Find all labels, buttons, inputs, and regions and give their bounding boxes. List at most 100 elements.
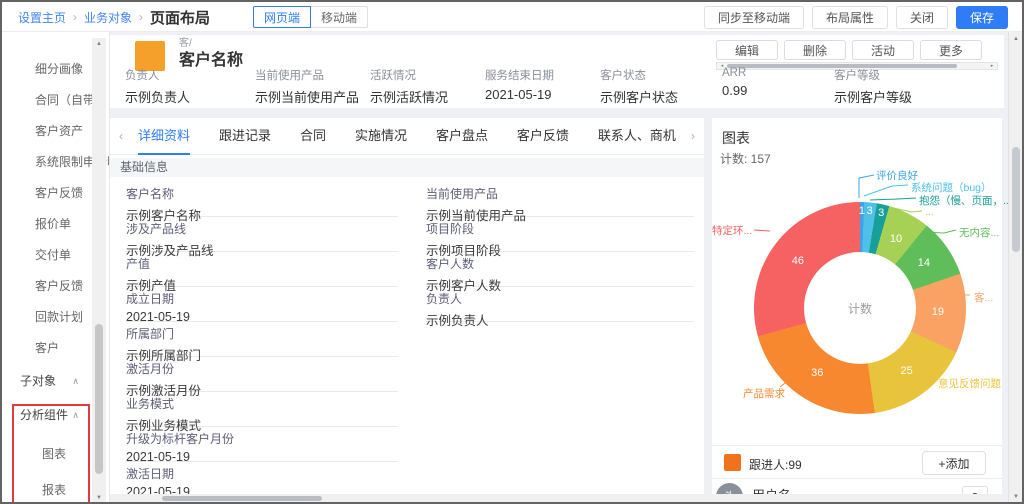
leader-line	[859, 175, 874, 198]
form-field[interactable]: 所属部门示例所属部门	[126, 322, 398, 357]
header-field-value: 0.99	[722, 83, 747, 98]
leader-line	[864, 185, 908, 196]
header-extra-field: 客户等级示例客户等级	[834, 67, 912, 106]
header-field: 负责人示例负责人	[125, 67, 190, 106]
header-field-label: 负责人	[125, 67, 190, 83]
form-field-label: 所属部门	[126, 325, 398, 342]
header-field: 客户状态示例客户状态	[600, 67, 678, 106]
topbar-actions: 同步至移动端布局属性关闭保存	[704, 6, 1008, 29]
detail-card: ‹ 详细资料跟进记录合同实施情况客户盘点客户反馈联系人、商机 › 基础信息 客户…	[110, 118, 704, 496]
device-toggle: 网页端移动端	[253, 6, 368, 28]
app-window: 设置主页 › 业务对象 › 页面布局 网页端移动端 同步至移动端布局属性关闭保存 细分画…	[0, 0, 1024, 504]
scroll-up-icon[interactable]: ▲	[92, 41, 106, 47]
donut-chart[interactable]: 计数 133101419253646	[754, 202, 966, 414]
form-field-label: 激活月份	[126, 360, 398, 377]
header-field: 活跃情况示例活跃情况	[370, 67, 448, 106]
form-field-label: 激活日期	[126, 465, 398, 482]
donut-segment-label: ...	[925, 206, 934, 218]
collapse-icon[interactable]: ∧	[72, 364, 79, 398]
header-field-value: 2021-05-19	[485, 87, 554, 102]
device-tab-active[interactable]: 网页端	[253, 6, 311, 28]
form-field[interactable]: 涉及产品线示例涉及产品线	[126, 217, 398, 252]
topbar-button[interactable]: 关闭	[896, 6, 948, 29]
breadcrumb-separator: ›	[73, 10, 77, 24]
header-field-label: 活跃情况	[370, 67, 448, 83]
form-field[interactable]: 成立日期2021-05-19	[126, 287, 398, 322]
donut-value-label: 1	[859, 205, 865, 217]
tab-active[interactable]: 详细资料	[138, 118, 190, 155]
breadcrumb-item: 页面布局	[150, 7, 210, 28]
form-section-title: 基础信息	[110, 158, 704, 177]
form-field[interactable]: 激活月份示例激活月份	[126, 357, 398, 392]
donut-segment-label: 产品需求	[743, 386, 785, 401]
form-field[interactable]: 升级为标杆客户月份2021-05-19	[126, 427, 398, 462]
header-field-label: 客户等级	[834, 67, 912, 83]
form-field-label: 业务模式	[126, 395, 398, 412]
header-field: 当前使用产品示例当前使用产品	[255, 67, 359, 106]
donut-value-label: 46	[792, 255, 804, 267]
topbar-button[interactable]: 同步至移动端	[704, 6, 804, 29]
scroll-right-icon[interactable]: ▸	[988, 63, 996, 69]
breadcrumb-item[interactable]: 业务对象	[84, 9, 132, 26]
form-field-label: 项目阶段	[426, 220, 694, 237]
record-action-button[interactable]: 活动	[852, 40, 914, 60]
bottom-scrollbar-thumb[interactable]	[162, 496, 322, 501]
tab-item[interactable]: 联系人、商机	[598, 118, 676, 155]
header-field-value: 示例客户等级	[834, 87, 912, 106]
form-field[interactable]: 客户名称示例客户名称	[126, 182, 398, 217]
form-field-label: 当前使用产品	[426, 185, 694, 202]
follower-row: 跟进人:99 +添加	[712, 445, 1002, 478]
form-field[interactable]: 项目阶段示例项目阶段	[426, 217, 694, 252]
form-field-label: 客户人数	[426, 255, 694, 272]
header-field-label: 当前使用产品	[255, 67, 359, 83]
form-field[interactable]: 客户人数示例客户人数	[426, 252, 694, 287]
scroll-down-icon[interactable]: ▼	[92, 495, 106, 501]
tabs-next-icon[interactable]: ›	[682, 129, 704, 143]
record-action-button[interactable]: 删除	[784, 40, 846, 60]
donut-value-label: 36	[811, 367, 823, 379]
main-scrollbar[interactable]: ▲ ▼	[1008, 32, 1022, 504]
form-column-right: 当前使用产品示例当前使用产品项目阶段示例项目阶段客户人数示例客户人数负责人示例负…	[426, 182, 694, 322]
record-action-button[interactable]: 编辑	[716, 40, 778, 60]
sidebar: 细分画像合同（自带）客户资产系统限制申请明细客户反馈报价单交付单客户反馈回款计划…	[2, 32, 110, 504]
scroll-down-icon[interactable]: ▼	[1009, 494, 1023, 500]
donut-value-label: 3	[878, 207, 884, 219]
form-field[interactable]: 当前使用产品示例当前使用产品	[426, 182, 694, 217]
donut-segment-label: 无内容...	[959, 225, 999, 240]
donut-value-label: 10	[890, 233, 902, 245]
topbar-button[interactable]: 布局属性	[812, 6, 888, 29]
form-field[interactable]: 业务模式示例业务模式	[126, 392, 398, 427]
chart-card: 图表 计数: 157 计数 133101419253646 跟进人:99 +添加…	[712, 118, 1002, 504]
bottom-scrollbar[interactable]	[110, 494, 1004, 502]
tab-item[interactable]: 客户反馈	[517, 118, 569, 155]
scroll-up-icon[interactable]: ▲	[1009, 36, 1023, 42]
donut-hole: 计数	[804, 252, 916, 364]
chart-title: 图表	[722, 128, 750, 148]
breadcrumb-item[interactable]: 设置主页	[18, 9, 66, 26]
save-button[interactable]: 保存	[956, 6, 1008, 29]
follower-label: 跟进人:99	[749, 456, 802, 473]
tabs-prev-icon[interactable]: ‹	[110, 129, 132, 143]
form-field[interactable]: 激活日期2021-05-19	[126, 462, 398, 496]
donut-value-label: 3	[867, 205, 873, 217]
record-action-button[interactable]: 更多	[920, 40, 982, 60]
header-field-value: 示例活跃情况	[370, 87, 448, 106]
tab-item[interactable]: 跟进记录	[219, 118, 271, 155]
tab-item[interactable]: 实施情况	[355, 118, 407, 155]
collapse-icon[interactable]: ∧	[72, 398, 79, 432]
form-field-label: 成立日期	[126, 290, 398, 307]
header-field: 服务结束日期2021-05-19	[485, 67, 554, 102]
sidebar-scrollbar[interactable]: ▲ ▼	[92, 38, 106, 504]
tab-item[interactable]: 客户盘点	[436, 118, 488, 155]
tab-item[interactable]: 合同	[300, 118, 326, 155]
main-scrollbar-thumb[interactable]	[1012, 147, 1020, 252]
header-field-value: 示例当前使用产品	[255, 87, 359, 106]
form-field-label: 客户名称	[126, 185, 398, 202]
donut-segment-label: 客...	[974, 290, 993, 305]
device-tab-inactive[interactable]: 移动端	[311, 6, 368, 28]
sidebar-scrollbar-thumb[interactable]	[95, 324, 103, 474]
topbar: 设置主页›业务对象›页面布局 网页端移动端 同步至移动端布局属性关闭保存	[2, 2, 1022, 32]
tabs: 详细资料跟进记录合同实施情况客户盘点客户反馈联系人、商机	[132, 118, 682, 155]
add-button[interactable]: +添加	[922, 451, 986, 475]
record-actions: 编辑删除活动更多	[716, 40, 982, 60]
